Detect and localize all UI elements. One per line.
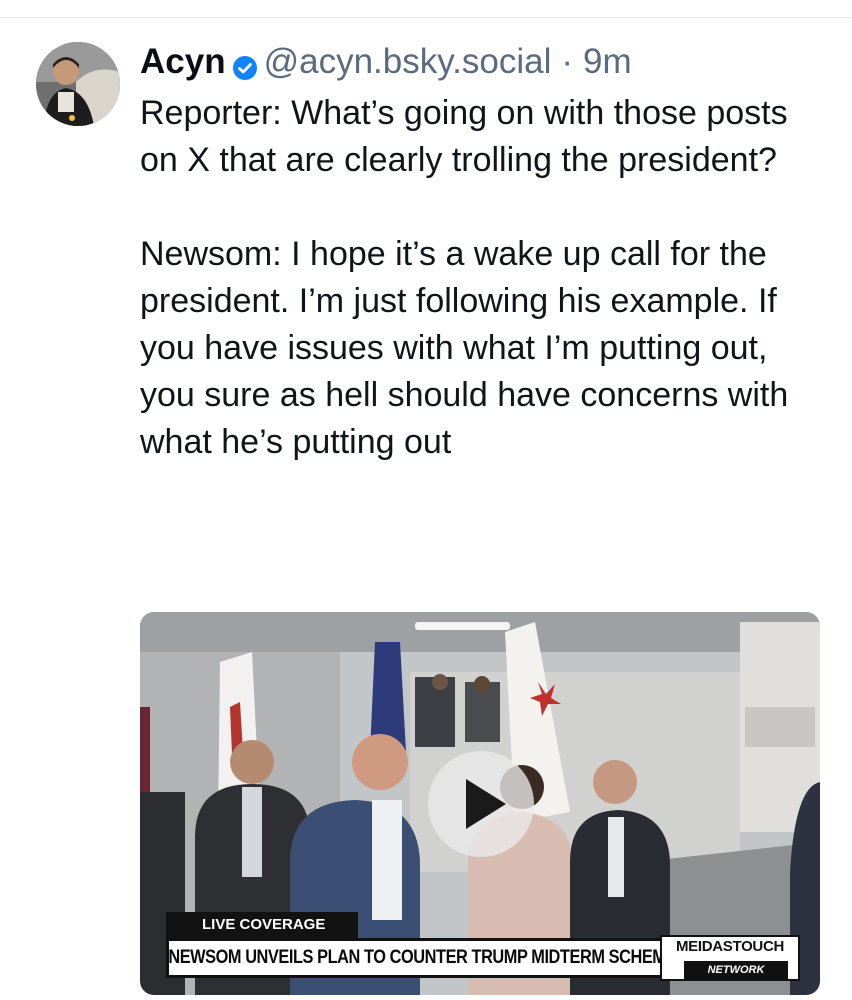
brand-name: MEIDASTOUCH <box>675 938 785 955</box>
play-button[interactable] <box>428 751 534 857</box>
headline-text: NEWSOM UNVEILS PLAN TO COUNTER TRUMP MID… <box>168 947 676 968</box>
post-paragraph: Reporter: What’s going on with those pos… <box>140 94 788 179</box>
post-paragraph: Newsom: I hope it’s a wake up call for t… <box>140 235 789 461</box>
live-coverage-label: LIVE COVERAGE <box>166 912 358 938</box>
network-logo: MEIDASTOUCH NETWORK <box>660 935 800 981</box>
lower-third-headline-bar: NEWSOM UNVEILS PLAN TO COUNTER TRUMP MID… <box>166 938 678 978</box>
separator-dot: · <box>561 42 574 81</box>
avatar[interactable] <box>36 42 120 126</box>
post-timestamp[interactable]: 9m <box>583 42 632 82</box>
avatar-image <box>36 42 120 126</box>
author-name[interactable]: Acyn <box>140 42 226 82</box>
top-divider <box>0 17 852 18</box>
verified-badge-icon <box>232 50 258 80</box>
author-handle[interactable]: @acyn.bsky.social <box>264 42 552 82</box>
brand-subtitle: NETWORK <box>684 961 788 979</box>
post-header: Acyn @acyn.bsky.social · 9m <box>140 40 632 84</box>
post-body: Reporter: What’s going on with those pos… <box>140 90 830 466</box>
video-player[interactable]: LIVE COVERAGE NEWSOM UNVEILS PLAN TO COU… <box>140 612 820 995</box>
play-icon <box>466 779 506 829</box>
